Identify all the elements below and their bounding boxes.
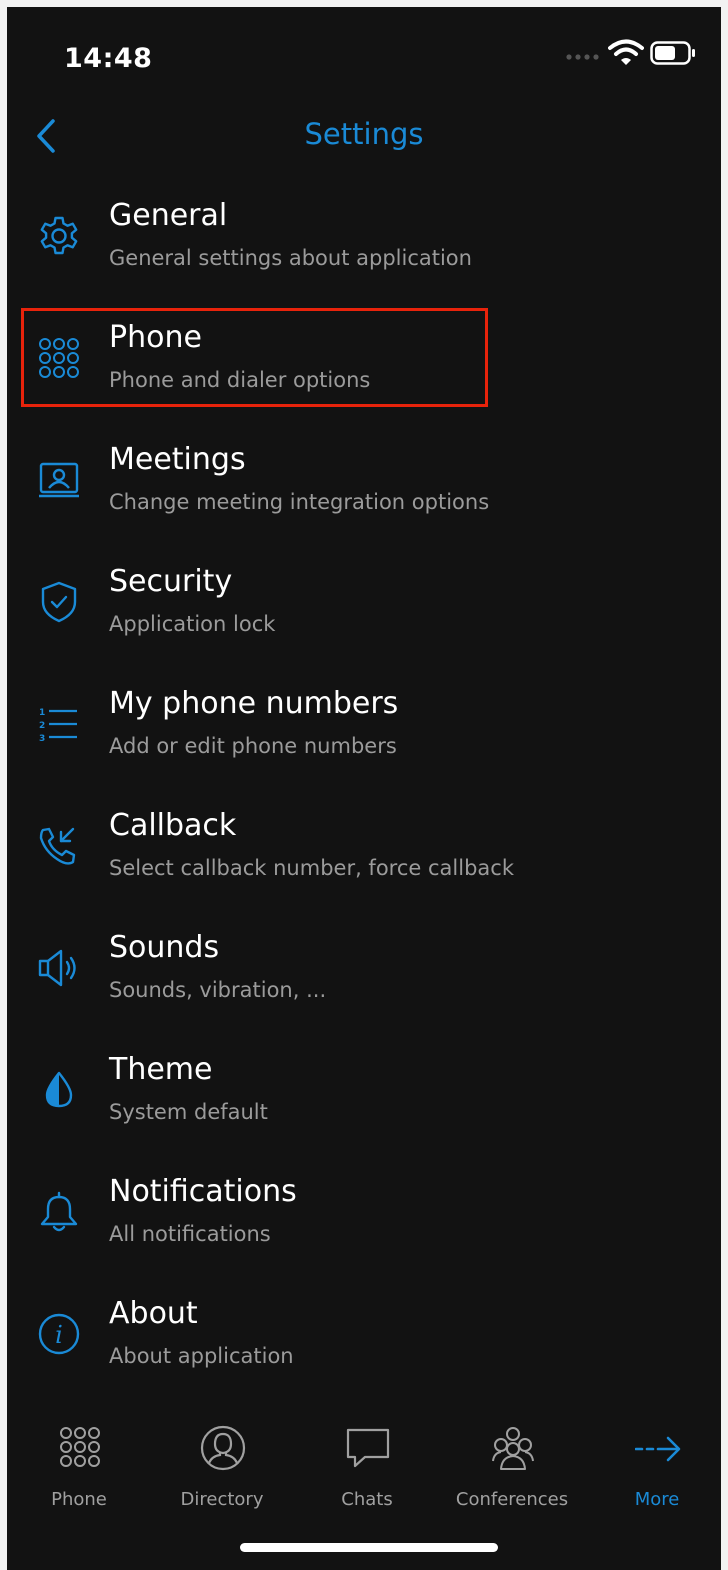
battery-icon bbox=[650, 41, 695, 65]
settings-item-label: My phone numbers bbox=[109, 686, 399, 721]
settings-item-label: Security bbox=[109, 564, 233, 599]
settings-item-subtitle: Application lock bbox=[109, 612, 276, 636]
tab-chats[interactable]: Chats bbox=[307, 1419, 427, 1519]
settings-item-label: Notifications bbox=[109, 1174, 297, 1209]
tab-label: Directory bbox=[180, 1489, 264, 1510]
signal-dots-icon bbox=[566, 54, 599, 60]
tab-label: Phone bbox=[51, 1489, 107, 1510]
chat-bubble-icon bbox=[346, 1428, 390, 1468]
settings-item-security[interactable]: Security Application lock bbox=[21, 564, 671, 674]
settings-screen: 14:48 Settings General General settings … bbox=[7, 7, 721, 1570]
tab-conferences[interactable]: Conferences bbox=[452, 1419, 572, 1519]
settings-item-label: Meetings bbox=[109, 442, 246, 477]
home-indicator[interactable] bbox=[240, 1543, 498, 1552]
callback-icon bbox=[39, 827, 76, 865]
settings-item-notifications[interactable]: Notifications All notifications bbox=[21, 1174, 671, 1284]
arrow-right-icon bbox=[635, 1436, 681, 1462]
tab-label: More bbox=[634, 1489, 680, 1510]
settings-item-subtitle: Select callback number, force callback bbox=[109, 856, 514, 880]
settings-item-label: Theme bbox=[109, 1052, 213, 1087]
settings-item-about[interactable]: i About About application bbox=[21, 1296, 671, 1406]
status-time: 14:48 bbox=[64, 43, 153, 74]
tab-label: Conferences bbox=[455, 1489, 569, 1510]
settings-item-label: About bbox=[109, 1296, 198, 1331]
settings-item-subtitle: System default bbox=[109, 1100, 268, 1124]
settings-item-label: Sounds bbox=[109, 930, 220, 965]
bell-icon bbox=[40, 1191, 78, 1232]
wifi-icon bbox=[608, 39, 644, 65]
shield-icon bbox=[41, 581, 77, 623]
settings-item-sounds[interactable]: Sounds Sounds, vibration, ... bbox=[21, 930, 671, 1040]
settings-item-general[interactable]: General General settings about applicati… bbox=[21, 198, 671, 308]
tab-more[interactable]: More bbox=[597, 1419, 717, 1519]
settings-item-subtitle: All notifications bbox=[109, 1222, 271, 1246]
page-title: Settings bbox=[304, 117, 424, 151]
tab-directory[interactable]: Directory bbox=[162, 1419, 282, 1519]
svg-text:1: 1 bbox=[39, 708, 45, 718]
tab-label: Chats bbox=[341, 1489, 393, 1510]
selection-highlight bbox=[21, 308, 488, 407]
svg-text:i: i bbox=[55, 1321, 63, 1349]
gear-icon bbox=[40, 216, 78, 255]
meeting-icon bbox=[39, 462, 79, 498]
speaker-icon bbox=[38, 949, 76, 987]
settings-item-subtitle: General settings about application bbox=[109, 246, 472, 270]
person-icon bbox=[200, 1425, 246, 1471]
settings-item-my-phone-numbers[interactable]: 1 2 3 My phone numbers Add or edit phone n… bbox=[21, 686, 671, 796]
numbered-list-icon: 1 2 3 bbox=[39, 708, 77, 744]
settings-item-subtitle: Change meeting integration options bbox=[109, 490, 490, 514]
settings-item-callback[interactable]: Callback Select callback number, force c… bbox=[21, 808, 671, 918]
dialpad-icon bbox=[60, 1427, 100, 1467]
settings-item-subtitle: Add or edit phone numbers bbox=[109, 734, 397, 758]
theme-icon bbox=[45, 1071, 73, 1108]
settings-item-label: General bbox=[109, 198, 228, 233]
group-icon bbox=[492, 1427, 534, 1470]
settings-item-theme[interactable]: Theme System default bbox=[21, 1052, 671, 1162]
info-icon: i bbox=[38, 1313, 80, 1355]
svg-text:3: 3 bbox=[39, 734, 45, 744]
settings-item-subtitle: About application bbox=[109, 1344, 294, 1368]
settings-item-label: Callback bbox=[109, 808, 237, 843]
svg-text:2: 2 bbox=[39, 721, 45, 731]
tab-phone[interactable]: Phone bbox=[19, 1419, 139, 1519]
settings-item-meetings[interactable]: Meetings Change meeting integration opti… bbox=[21, 442, 671, 552]
settings-item-subtitle: Sounds, vibration, ... bbox=[109, 978, 327, 1002]
